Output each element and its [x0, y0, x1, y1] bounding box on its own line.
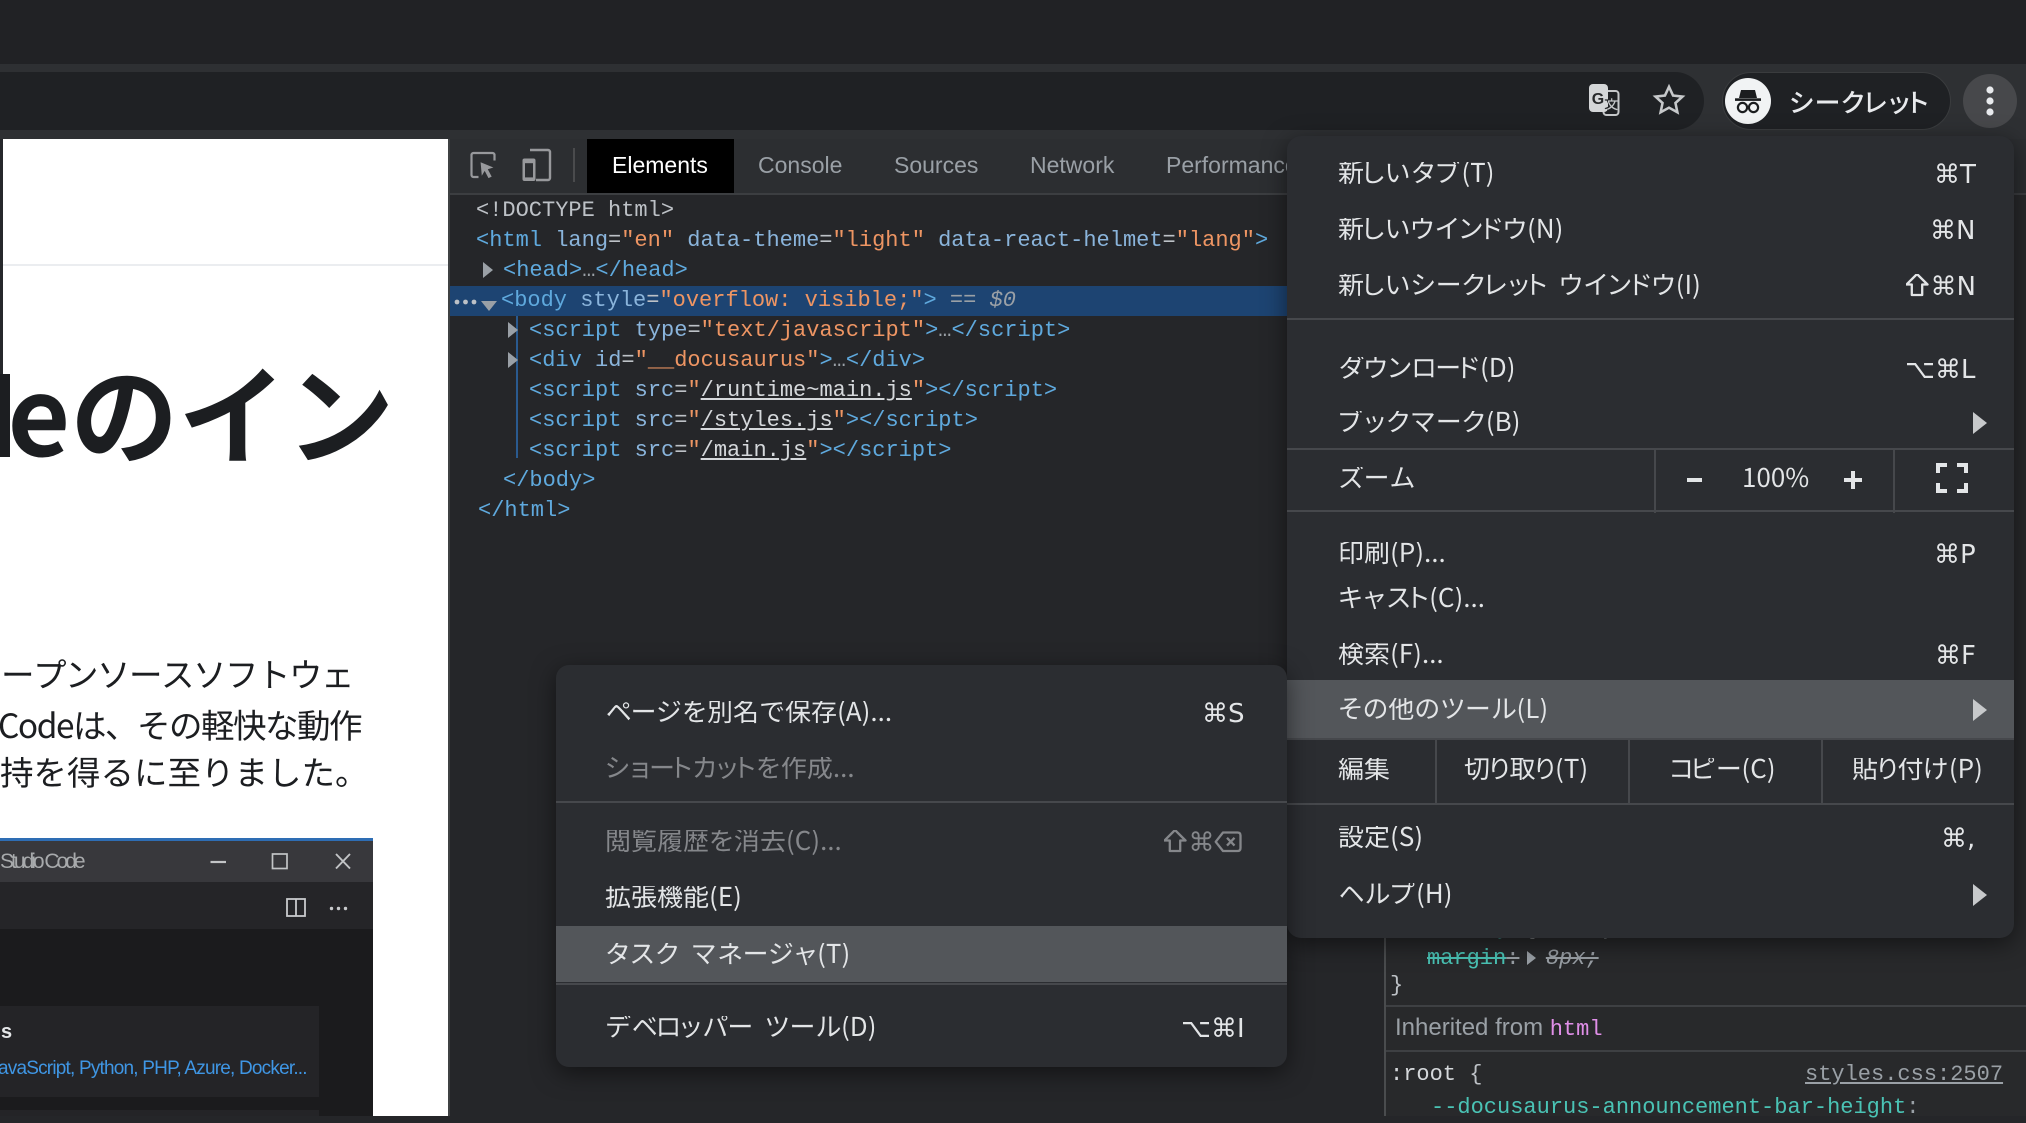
svg-text:G: G — [1592, 91, 1604, 108]
